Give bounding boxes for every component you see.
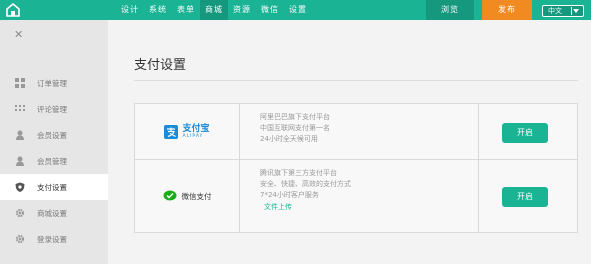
user-icon	[16, 156, 24, 166]
alipay-icon	[164, 124, 179, 139]
alipay-name: 支付宝	[182, 123, 210, 134]
top-bar: 设计 系统 表单 商城 资源 微信 设置 浏览 发布 中文	[0, 0, 591, 20]
alipay-logo: 支付宝 ALIPAY	[135, 104, 239, 159]
nav-tab-wechat[interactable]: 微信	[256, 0, 284, 20]
sidebar-item-login-settings[interactable]: 登录设置	[0, 226, 108, 252]
sidebar-item-member-settings[interactable]: 会员设置	[0, 122, 108, 148]
language-value: 中文	[548, 7, 562, 15]
main-content: 支付设置 支付宝 ALIPAY 阿里巴巴旗下支付平台 中国互联网支付第一名 24…	[108, 20, 591, 264]
sidebar-item-orders[interactable]: 订单管理	[0, 70, 108, 96]
description-line: 24小时全天候可用	[260, 135, 318, 143]
description-line: 腾讯旗下第三方支付平台	[260, 169, 337, 177]
sidebar-item-label: 会员设置	[37, 130, 67, 140]
home-icon[interactable]	[6, 3, 20, 17]
wechat-pay-icon	[163, 190, 176, 201]
enable-alipay-button[interactable]: 开启	[502, 123, 548, 143]
file-upload-link[interactable]: 文件上传	[264, 202, 478, 213]
gear-icon	[15, 234, 25, 244]
nav-tab-form[interactable]: 表单	[172, 0, 200, 20]
description-line: 7*24小时客户服务	[260, 191, 319, 199]
browse-button[interactable]: 浏览	[426, 0, 474, 20]
alipay-name-en: ALIPAY	[182, 133, 204, 139]
wechat-pay-logo: 微信支付	[135, 160, 239, 232]
sidebar-item-comments[interactable]: 评论管理	[0, 96, 108, 122]
shield-icon	[15, 182, 25, 192]
nav-tab-mall[interactable]: 商城	[200, 0, 228, 20]
sidebar-item-label: 登录设置	[37, 234, 67, 244]
sidebar-item-label: 订单管理	[37, 78, 67, 88]
main-nav: 设计 系统 表单 商城 资源 微信 设置	[116, 0, 312, 20]
sidebar-item-member-management[interactable]: 会员管理	[0, 148, 108, 174]
description-line: 阿里巴巴旗下支付平台	[260, 113, 330, 121]
page-title: 支付设置	[134, 58, 187, 73]
wechat-pay-name: 微信支付	[181, 191, 212, 201]
description-line: 中国互联网支付第一名	[260, 124, 330, 132]
language-divider	[571, 7, 572, 15]
close-icon[interactable]: ✕	[14, 28, 23, 41]
sidebar-item-label: 评论管理	[37, 104, 67, 114]
description-line: 安全、快捷、高效的支付方式	[260, 180, 351, 188]
sidebar-item-payment-settings[interactable]: 支付设置	[0, 174, 108, 200]
nav-tab-design[interactable]: 设计	[116, 0, 144, 20]
sidebar-item-mall-settings[interactable]: 商城设置	[0, 200, 108, 226]
sidebar-item-label: 支付设置	[37, 182, 67, 192]
payment-card-alipay: 支付宝 ALIPAY 阿里巴巴旗下支付平台 中国互联网支付第一名 24小时全天候…	[134, 103, 578, 160]
nav-tab-system[interactable]: 系统	[144, 0, 172, 20]
payment-card-wechat: 微信支付 腾讯旗下第三方支付平台 安全、快捷、高效的支付方式 7*24小时客户服…	[134, 159, 578, 233]
title-divider	[134, 80, 578, 81]
sidebar-item-label: 会员管理	[37, 156, 67, 166]
enable-wechat-pay-button[interactable]: 开启	[502, 187, 548, 207]
sidebar-item-label: 商城设置	[37, 208, 67, 218]
nav-tab-settings[interactable]: 设置	[284, 0, 312, 20]
publish-button[interactable]: 发布	[482, 0, 532, 20]
dots-grid-icon	[15, 105, 25, 111]
language-select[interactable]: 中文	[542, 5, 584, 17]
nav-tab-resources[interactable]: 资源	[228, 0, 256, 20]
chevron-down-icon	[573, 9, 579, 13]
gear-icon	[15, 208, 25, 218]
alipay-description: 阿里巴巴旗下支付平台 中国互联网支付第一名 24小时全天候可用	[239, 104, 479, 159]
user-icon	[16, 130, 24, 140]
wechat-pay-description: 腾讯旗下第三方支付平台 安全、快捷、高效的支付方式 7*24小时客户服务 文件上…	[239, 160, 479, 232]
grid-icon	[15, 78, 25, 88]
sidebar: ✕ 订单管理 评论管理 会员设置 会员管理 支付设置 商城设置 登录设置	[0, 20, 108, 264]
